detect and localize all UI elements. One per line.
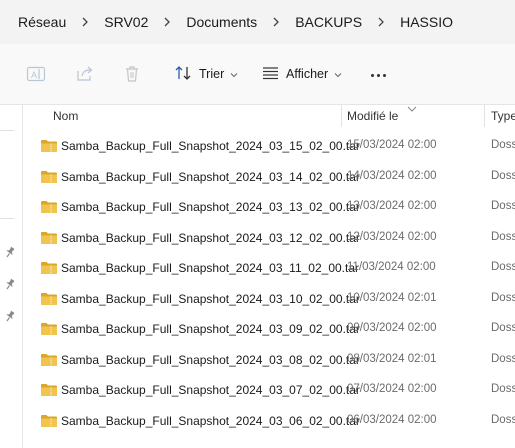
folder-icon	[40, 231, 58, 245]
file-name: Samba_Backup_Full_Snapshot_2024_03_10_02…	[61, 291, 360, 306]
file-name: Samba_Backup_Full_Snapshot_2024_03_12_02…	[61, 230, 360, 245]
file-name: Samba_Backup_Full_Snapshot_2024_03_06_02…	[61, 413, 360, 428]
chevron-down-icon	[230, 67, 238, 81]
file-modified-date: 13/03/2024 02:00	[347, 200, 437, 212]
pin-icon[interactable]	[3, 277, 17, 291]
folder-icon	[40, 322, 58, 336]
sort-button[interactable]: Trier	[175, 62, 238, 86]
file-modified-date: 07/03/2024 02:00	[347, 383, 437, 395]
sort-icon	[175, 65, 192, 84]
file-modified-date: 12/03/2024 02:00	[347, 230, 437, 243]
file-type: Doss	[491, 200, 515, 212]
folder-icon	[40, 292, 58, 306]
chevron-right-icon	[162, 17, 172, 27]
file-name: Samba_Backup_Full_Snapshot_2024_03_11_02…	[61, 261, 360, 275]
file-name: Samba_Backup_Full_Snapshot_2024_03_09_02…	[61, 322, 360, 336]
file-type: Doss	[491, 139, 515, 151]
file-row[interactable]: Samba_Backup_Full_Snapshot_2024_03_15_02…	[23, 131, 515, 161]
trash-icon[interactable]	[121, 63, 143, 85]
chevron-right-icon	[80, 17, 90, 27]
file-type: Doss	[491, 291, 515, 304]
pin-icon[interactable]	[3, 245, 17, 259]
view-lines-icon	[262, 66, 279, 83]
rename-icon[interactable]: A	[25, 63, 47, 85]
folder-icon	[40, 353, 58, 367]
folder-icon	[40, 414, 58, 428]
more-dots-icon[interactable]	[371, 74, 386, 77]
chevron-right-icon	[271, 17, 281, 27]
view-button[interactable]: Afficher	[262, 62, 342, 86]
file-type: Doss	[491, 413, 515, 426]
chevron-down-icon	[334, 67, 342, 81]
file-row[interactable]: Samba_Backup_Full_Snapshot_2024_03_11_02…	[23, 253, 515, 283]
file-row[interactable]: Samba_Backup_Full_Snapshot_2024_03_09_02…	[23, 314, 515, 344]
folder-icon	[40, 200, 58, 214]
pin-icon[interactable]	[3, 309, 17, 323]
view-label: Afficher	[286, 67, 329, 81]
column-header-name[interactable]: Nom	[53, 109, 78, 123]
file-type: Doss	[491, 261, 515, 273]
nav-divider	[0, 130, 14, 131]
file-type: Doss	[491, 230, 515, 243]
column-header-row: Nom Modifié le Type	[23, 105, 515, 127]
svg-text:A: A	[31, 70, 37, 80]
file-row[interactable]: Samba_Backup_Full_Snapshot_2024_03_06_02…	[23, 406, 515, 436]
breadcrumb: Réseau SRV02 Documents BACKUPS HASSIO	[0, 0, 515, 44]
column-header-modified[interactable]: Modifié le	[347, 109, 398, 123]
file-modified-date: 15/03/2024 02:00	[347, 139, 437, 151]
sort-caret-icon	[407, 101, 417, 115]
chevron-right-icon	[376, 17, 386, 27]
file-type: Doss	[491, 352, 515, 365]
column-resize-handle[interactable]	[484, 105, 485, 127]
nav-divider	[0, 218, 14, 219]
file-row[interactable]: Samba_Backup_Full_Snapshot_2024_03_07_02…	[23, 375, 515, 405]
file-row[interactable]: Samba_Backup_Full_Snapshot_2024_03_12_02…	[23, 223, 515, 253]
breadcrumb-item-hassio[interactable]: HASSIO	[400, 14, 453, 30]
file-name: Samba_Backup_Full_Snapshot_2024_03_08_02…	[61, 352, 360, 367]
file-row[interactable]: Samba_Backup_Full_Snapshot_2024_03_10_02…	[23, 284, 515, 314]
file-name: Samba_Backup_Full_Snapshot_2024_03_15_02…	[61, 139, 360, 153]
file-modified-date: 11/03/2024 02:00	[347, 261, 436, 273]
file-type: Doss	[491, 322, 515, 334]
breadcrumb-item-srv02[interactable]: SRV02	[104, 14, 148, 30]
column-resize-handle[interactable]	[341, 105, 342, 127]
breadcrumb-item-reseau[interactable]: Réseau	[18, 14, 66, 30]
folder-icon	[40, 170, 58, 184]
breadcrumb-item-documents[interactable]: Documents	[186, 14, 257, 30]
folder-icon	[40, 139, 58, 153]
command-bar: A Trier Afficher	[0, 44, 515, 105]
sort-label: Trier	[199, 67, 225, 81]
folder-icon	[40, 383, 58, 397]
breadcrumb-item-backups[interactable]: BACKUPS	[295, 14, 362, 30]
share-icon[interactable]	[74, 63, 96, 85]
file-name: Samba_Backup_Full_Snapshot_2024_03_14_02…	[61, 169, 360, 184]
folder-icon	[40, 261, 58, 275]
file-type: Doss	[491, 169, 515, 182]
file-modified-date: 14/03/2024 02:00	[347, 169, 437, 182]
file-row[interactable]: Samba_Backup_Full_Snapshot_2024_03_08_02…	[23, 345, 515, 375]
file-modified-date: 10/03/2024 02:01	[347, 291, 437, 304]
file-row[interactable]: Samba_Backup_Full_Snapshot_2024_03_13_02…	[23, 192, 515, 222]
file-modified-date: 08/03/2024 02:01	[347, 352, 437, 365]
navigation-pane	[0, 105, 23, 448]
file-name: Samba_Backup_Full_Snapshot_2024_03_13_02…	[61, 200, 360, 214]
file-type: Doss	[491, 383, 515, 395]
file-row[interactable]: Samba_Backup_Full_Snapshot_2024_03_14_02…	[23, 162, 515, 192]
file-modified-date: 09/03/2024 02:00	[347, 322, 437, 334]
file-modified-date: 06/03/2024 02:00	[347, 413, 437, 426]
file-name: Samba_Backup_Full_Snapshot_2024_03_07_02…	[61, 383, 360, 397]
column-header-type[interactable]: Type	[491, 109, 515, 123]
